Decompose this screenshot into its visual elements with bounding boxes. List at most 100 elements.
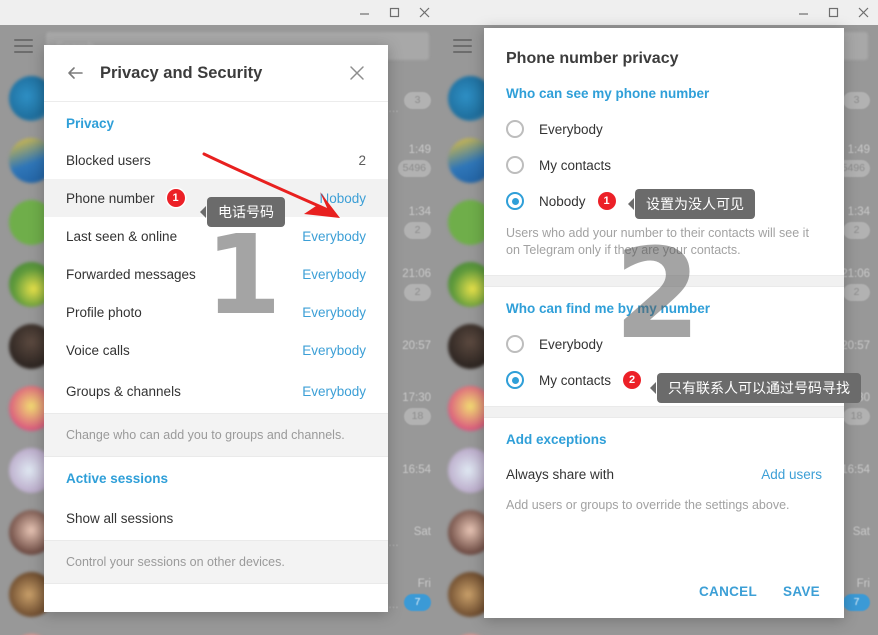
chat-time: 20:57 (841, 340, 870, 352)
close-icon[interactable] (340, 56, 374, 90)
row-blocked-users[interactable]: Blocked users 2 (44, 141, 388, 179)
add-users-link[interactable]: Add users (761, 467, 822, 482)
dialog-footer: CANCEL SAVE (484, 564, 844, 618)
chat-time: 21:06 (402, 267, 431, 280)
step-badge-2: 2 (623, 371, 642, 389)
chat-meta: 1:49 5496 (397, 143, 431, 177)
row-label: Last seen & online (66, 228, 178, 244)
callout-set-nobody: 设置为没人可见 (628, 189, 755, 219)
title-bar-right (439, 0, 878, 25)
chat-meta: 16:54 (402, 464, 431, 476)
list-item[interactable]: Fri (0, 625, 439, 635)
unread-badge: 18 (404, 407, 431, 425)
section1-description: Users who add your number to their conta… (506, 226, 809, 257)
groups-hint: Change who can add you to groups and cha… (44, 413, 388, 457)
chat-meta: 16:54 (841, 464, 870, 476)
row-always-share-with[interactable]: Always share with Add users (484, 457, 844, 491)
unread-badge: 2 (843, 221, 870, 239)
screenshot-root: Search e… 3 1:49 (0, 0, 878, 635)
sessions-hint: Control your sessions on other devices. (44, 540, 388, 584)
telegram-window-left: Search e… 3 1:49 (0, 0, 439, 635)
section-header-active-sessions[interactable]: Active sessions (44, 457, 388, 496)
section-header-who-can-see: Who can see my phone number (506, 86, 710, 101)
chat-time: Fri (856, 577, 870, 590)
maximize-icon[interactable] (818, 0, 848, 25)
section-divider (484, 406, 844, 418)
row-voice-calls[interactable]: Voice calls Everybody (44, 331, 388, 369)
callout-phone-number: 电话号码 (200, 197, 285, 227)
cancel-button[interactable]: CANCEL (699, 584, 757, 599)
unread-badge: 2 (404, 283, 431, 301)
sessions-section: Active sessions Show all sessions (44, 457, 388, 540)
chat-time: Fri (417, 577, 431, 590)
row-groups-and-channels[interactable]: Groups & channels Everybody (44, 369, 388, 413)
row-value: Everybody (302, 304, 366, 320)
option-label: My contacts (539, 157, 612, 173)
radio-icon[interactable] (506, 120, 524, 138)
row-profile-photo[interactable]: Profile photo Everybody (44, 293, 388, 331)
chat-time: 1:34 (847, 205, 870, 218)
page-title: Privacy and Security (100, 63, 263, 82)
back-arrow-icon[interactable] (58, 56, 92, 90)
save-button[interactable]: SAVE (783, 584, 820, 599)
chat-time: 16:54 (402, 464, 431, 476)
row-label: Show all sessions (66, 510, 174, 526)
unread-badge: 2 (404, 221, 431, 239)
chat-meta: 3 (843, 88, 870, 109)
unread-badge: 18 (843, 407, 870, 425)
option-everybody-see[interactable]: Everybody (484, 111, 844, 147)
section-header-who-can-find: Who can find me by my number (506, 301, 711, 316)
menu-icon[interactable] (0, 25, 46, 67)
chat-time: Sat (852, 526, 870, 538)
row-label: Phone number (66, 190, 155, 206)
option-everybody-find[interactable]: Everybody (484, 326, 844, 362)
option-label: My contacts (539, 372, 612, 388)
chat-time: 1:49 (847, 143, 870, 156)
close-icon[interactable] (848, 0, 878, 25)
chat-time: 20:57 (402, 340, 431, 352)
list-item[interactable]: Fri (439, 625, 878, 635)
row-value: Nobody (319, 190, 366, 206)
step-badge-1: 1 (166, 189, 185, 207)
unread-badge: 3 (843, 91, 870, 109)
callout-only-contacts-find: 只有联系人可以通过号码寻找 (650, 373, 861, 403)
maximize-icon[interactable] (379, 0, 409, 25)
chat-time: 21:06 (841, 267, 870, 280)
close-icon[interactable] (409, 0, 439, 25)
telegram-window-right: Search e… 3 1:49 (439, 0, 878, 635)
privacy-section: Privacy Blocked users 2 Phone number 1 N… (44, 102, 388, 413)
privacy-and-security-dialog: Privacy and Security Privacy Blocked use… (44, 45, 388, 612)
phone-number-privacy-dialog: Phone number privacy Who can see my phon… (484, 28, 844, 618)
option-label: Everybody (539, 121, 603, 137)
chat-meta: 20:57 (402, 340, 431, 352)
radio-icon-selected[interactable] (506, 192, 524, 210)
row-value: 2 (358, 152, 366, 168)
section-divider (484, 275, 844, 287)
minimize-icon[interactable] (788, 0, 818, 25)
row-label: Profile photo (66, 304, 142, 320)
title-bar-left (0, 0, 439, 25)
row-label: Voice calls (66, 342, 130, 358)
minimize-icon[interactable] (349, 0, 379, 25)
radio-icon[interactable] (506, 156, 524, 174)
row-show-all-sessions[interactable]: Show all sessions (44, 496, 388, 540)
chat-time: 16:54 (841, 464, 870, 476)
chat-time: 1:49 (408, 143, 431, 156)
radio-icon[interactable] (506, 335, 524, 353)
section-header-add-exceptions[interactable]: Add exceptions (484, 418, 844, 457)
chat-time: 1:34 (408, 205, 431, 218)
menu-icon[interactable] (439, 25, 485, 67)
chat-meta: 1:34 2 (404, 206, 431, 239)
unread-badge: 3 (404, 91, 431, 109)
unread-badge: 7 (843, 593, 870, 611)
radio-icon-selected[interactable] (506, 371, 524, 389)
row-value: Everybody (302, 228, 366, 244)
row-value: Everybody (302, 342, 366, 358)
chat-time: 17:30 (402, 391, 431, 404)
row-forwarded-messages[interactable]: Forwarded messages Everybody (44, 255, 388, 293)
row-label: Blocked users (66, 152, 151, 168)
chat-meta: Sat (414, 526, 431, 538)
option-my-contacts-see[interactable]: My contacts (484, 147, 844, 183)
unread-badge: 2 (843, 283, 870, 301)
exceptions-hint: Add users or groups to override the sett… (506, 498, 790, 512)
